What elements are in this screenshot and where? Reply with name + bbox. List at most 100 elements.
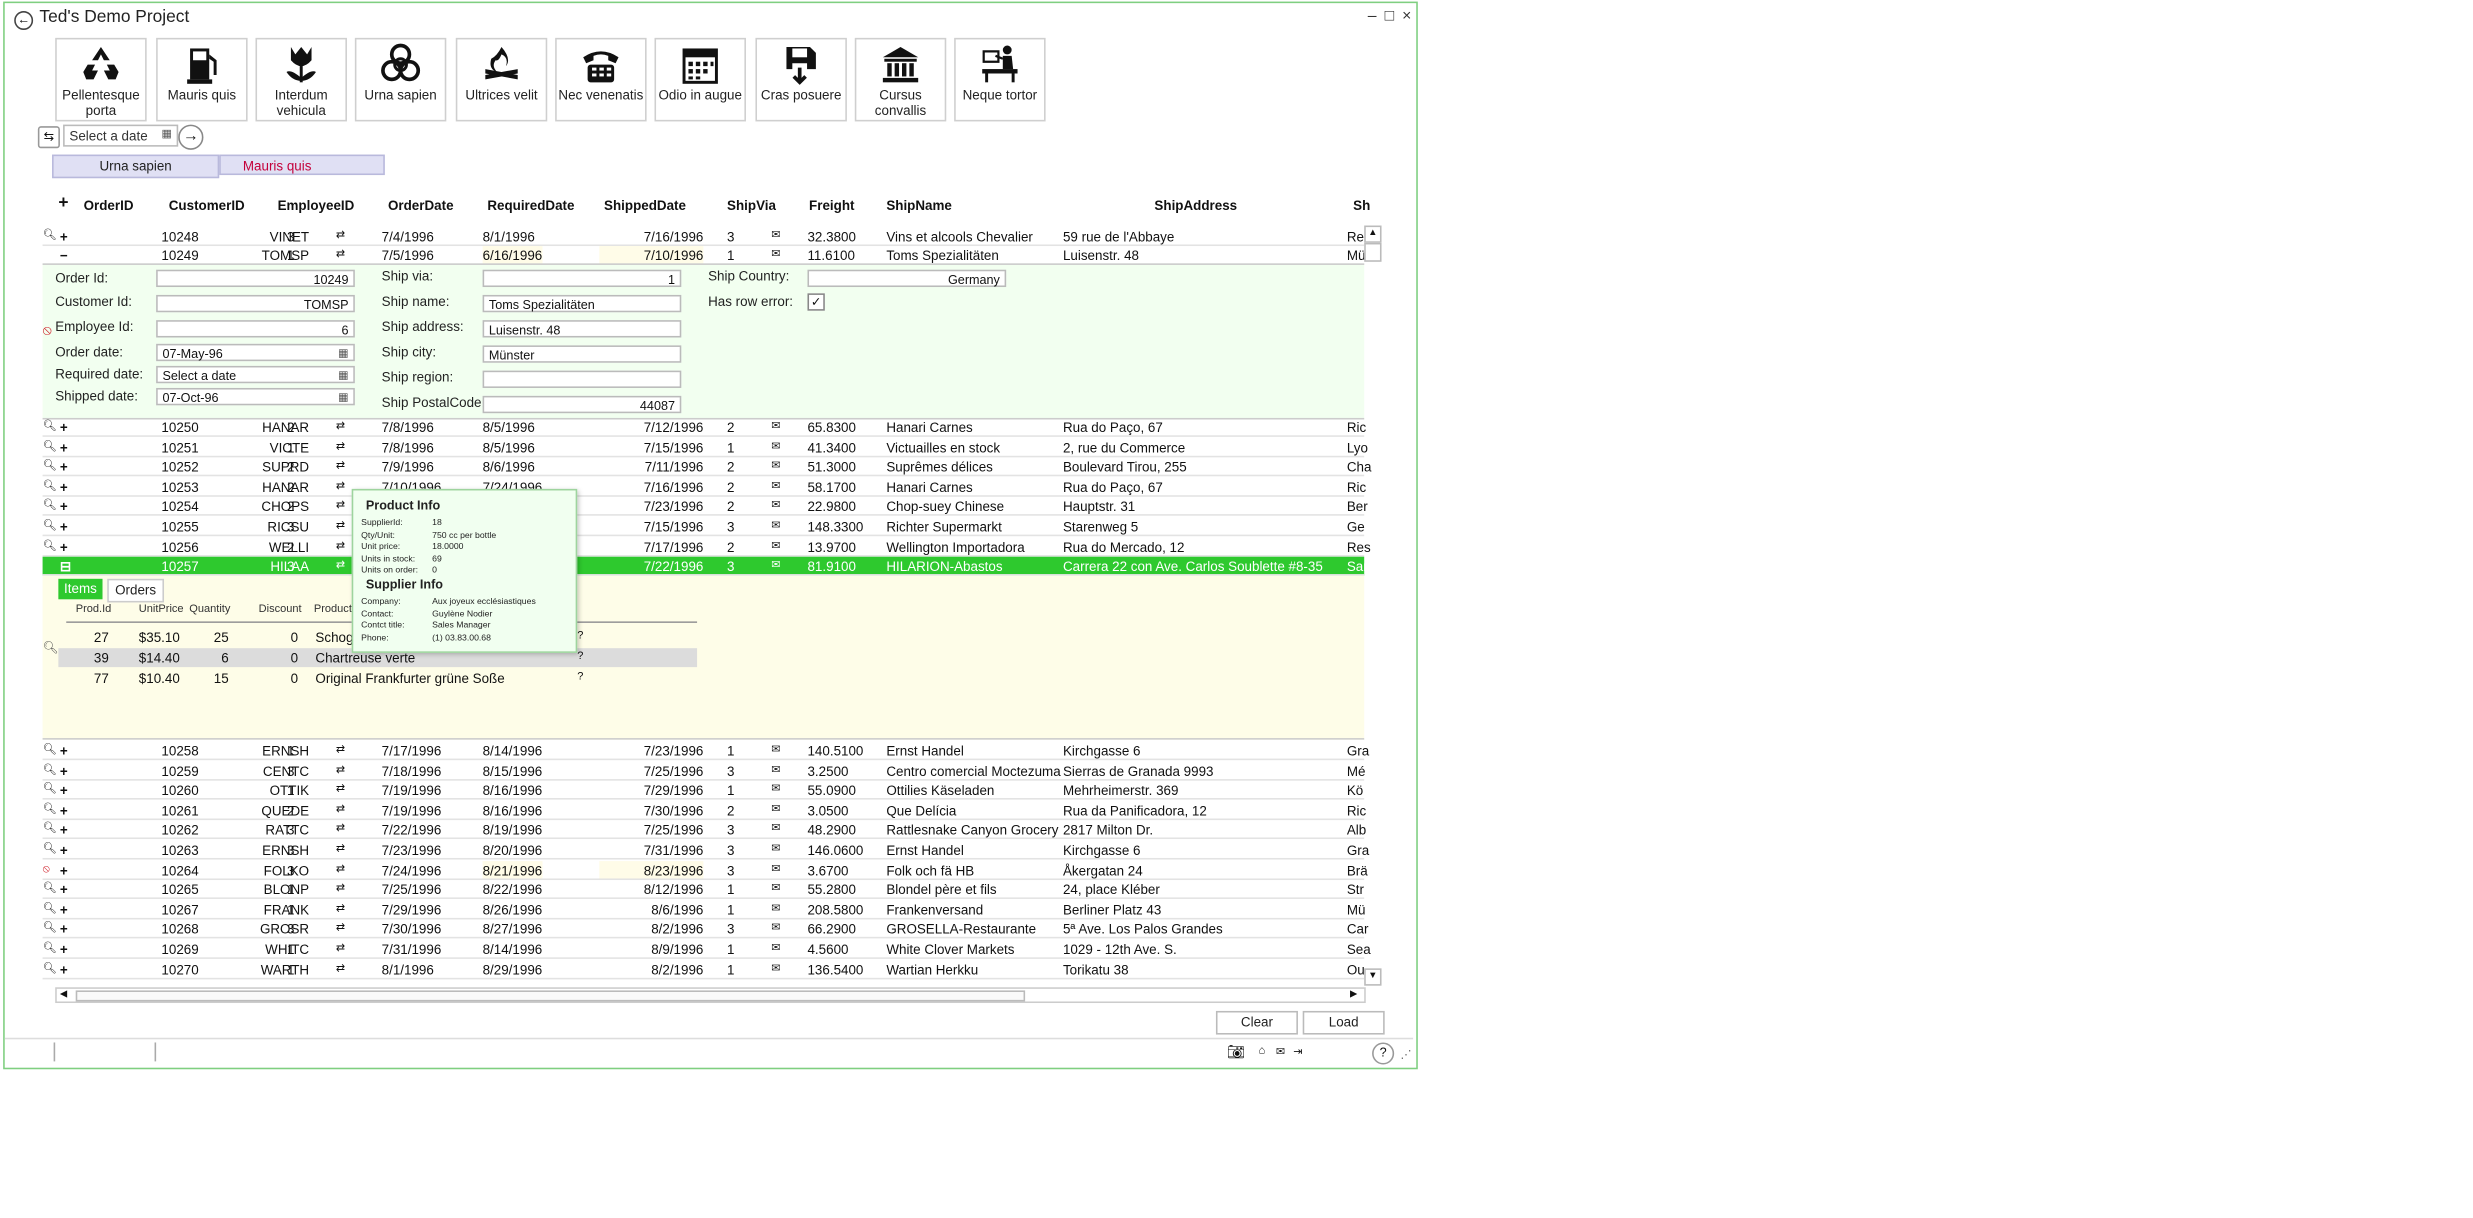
expand-icon[interactable]: +: [60, 438, 68, 457]
swap-icon[interactable]: ⇄: [336, 900, 345, 919]
table-row[interactable]: 🔍︎+10254CHOPS2⇄7/11/19968/8/19967/23/199…: [42, 497, 1368, 517]
mail-icon[interactable]: ✉: [771, 557, 780, 576]
table-row[interactable]: 🔍︎ +10270 WARTH 1 ⇄ 8/1/1996 8/29/1996 8/2/1996…: [42, 960, 1365, 979]
cell-lookup[interactable]: ?: [577, 648, 583, 667]
calendar-icon[interactable]: ▦: [338, 367, 348, 384]
ship-address-field[interactable]: Luisenstr. 48: [482, 320, 682, 338]
has-row-error-checkbox[interactable]: ✓: [807, 293, 825, 311]
magnifier-icon[interactable]: 🔍︎: [43, 478, 57, 497]
mail-icon[interactable]: ✉: [771, 478, 780, 497]
table-row[interactable]: 🔍︎ +10259 CENTC 3 ⇄ 7/18/1996 8/15/1996 7/25/19…: [42, 761, 1365, 781]
table-row[interactable]: ⦸ +10264 FOLKO 3 ⇄ 7/24/1996 8/21/1996 8/23/199…: [42, 860, 1368, 880]
mail-icon[interactable]: ✉: [771, 517, 780, 536]
go-arrow-button[interactable]: →: [178, 124, 204, 150]
swap-icon[interactable]: ⇄: [336, 920, 345, 939]
swap-icon[interactable]: ⇄: [336, 557, 345, 576]
magnifier-icon[interactable]: 🔍︎: [43, 821, 57, 840]
toolbar-button-2[interactable]: Mauris quis: [156, 37, 248, 122]
collapse-icon[interactable]: ⊟: [60, 557, 71, 576]
expand-icon[interactable]: +: [60, 920, 68, 939]
table-row[interactable]: 🔍︎ +10261 QUEDE 2 ⇄ 7/19/1996 8/16/1996 7/30/19…: [42, 801, 1366, 820]
expand-icon[interactable]: +: [60, 478, 68, 497]
ship-name-field[interactable]: Toms Spezialitäten: [482, 294, 682, 313]
magnifier-icon[interactable]: 🔍︎: [43, 418, 57, 437]
expand-icon[interactable]: +: [60, 880, 68, 899]
error-icon[interactable]: ⦸: [43, 860, 50, 879]
table-row[interactable]: 🔍︎ +10265 BLONP 1 ⇄ 7/25/1996 8/22/1996 8/12/19…: [42, 880, 1365, 900]
mail-icon[interactable]: ✉: [771, 438, 780, 457]
swap-icon[interactable]: ⇄: [336, 418, 345, 437]
magnifier-icon[interactable]: 🔍︎: [43, 517, 57, 536]
table-row[interactable]: −10249 TOMSP 1 ⇄ 7/5/1996 6/16/1996 7/10/1996 1…: [42, 246, 1365, 265]
table-row[interactable]: 🔍︎ +10267 FRANK 1 ⇄ 7/29/1996 8/26/1996 8/6/199…: [42, 900, 1365, 920]
table-row[interactable]: 🔍︎+10255RICSU3⇄7/12/19968/9/19967/15/199…: [42, 517, 1365, 537]
swap-icon[interactable]: ⇄: [336, 497, 345, 516]
swap-icon[interactable]: ⇄: [336, 821, 345, 840]
toolbar-button-1[interactable]: Pellentesque porta: [55, 37, 147, 122]
mail-icon[interactable]: ✉: [771, 781, 780, 800]
toolbar-button-3[interactable]: Interdum vehicula: [255, 37, 347, 122]
swap-icon[interactable]: ⇄: [336, 960, 345, 979]
expand-icon[interactable]: +: [60, 458, 68, 477]
expand-icon[interactable]: +: [60, 741, 68, 760]
swap-icon[interactable]: ⇄: [336, 458, 345, 477]
scroll-down-icon[interactable]: ▼: [1364, 968, 1382, 986]
ship-country-field[interactable]: Germany: [807, 269, 1007, 288]
mail-icon[interactable]: ✉: [771, 801, 780, 820]
ship-postal-field[interactable]: 44087: [482, 395, 682, 414]
expand-icon[interactable]: +: [60, 497, 68, 516]
ship-city-field[interactable]: Münster: [482, 345, 682, 363]
expand-icon[interactable]: +: [60, 418, 68, 437]
mail-icon[interactable]: ✉: [771, 761, 780, 780]
column-header[interactable]: OrderDate: [388, 197, 454, 213]
mail-icon[interactable]: ✉: [771, 497, 780, 516]
mail-icon[interactable]: ✉: [771, 940, 780, 959]
table-row[interactable]: 🔍︎ +10248 VINET 3 ⇄ 7/4/1996 8/1/1996 7/16/1996…: [42, 227, 1367, 247]
scroll-thumb[interactable]: [75, 990, 1026, 1002]
table-row[interactable]: 🔍︎ +10251 VICTE 1 ⇄ 7/8/1996 8/5/1996 7/15/1996…: [42, 438, 1368, 457]
swap-icon[interactable]: ⇄: [336, 438, 345, 457]
scroll-right-icon[interactable]: ▶: [1350, 989, 1357, 999]
column-header[interactable]: Freight: [809, 197, 854, 213]
swap-icon[interactable]: ⇄: [336, 761, 345, 780]
clear-button[interactable]: Clear: [1215, 1010, 1298, 1035]
cell-lookup[interactable]: ?: [577, 628, 583, 647]
column-header[interactable]: Sh: [1353, 197, 1370, 213]
tab-items[interactable]: Items: [58, 578, 103, 600]
swap-icon[interactable]: ⇄: [336, 246, 345, 265]
order-date-field[interactable]: 07-May-96 ▦: [156, 343, 355, 362]
ship-via-field[interactable]: 1: [482, 269, 682, 288]
swap-icon[interactable]: ⇄: [336, 841, 345, 860]
camera-icon[interactable]: 📷︎: [1227, 1044, 1245, 1061]
horizontal-scrollbar[interactable]: ◀ ▶: [55, 987, 1366, 1004]
expand-icon[interactable]: +: [60, 227, 68, 246]
calendar-icon[interactable]: ▦: [338, 345, 348, 362]
column-header[interactable]: RequiredDate: [487, 197, 574, 213]
magnifier-icon[interactable]: 🔍︎: [43, 741, 57, 760]
toolbar-button-5[interactable]: Ultrices velit: [455, 37, 548, 122]
expand-icon[interactable]: +: [60, 537, 68, 556]
help-button[interactable]: ?: [1372, 1042, 1395, 1065]
mail-icon[interactable]: ✉: [771, 246, 780, 265]
mail-icon[interactable]: ✉: [771, 900, 780, 919]
magnifier-icon[interactable]: 🔍︎: [43, 761, 57, 780]
table-row[interactable]: 🔍︎ +10269 WHITC 1 ⇄ 7/31/1996 8/14/1996 8/9/199…: [42, 940, 1371, 959]
collapse-icon[interactable]: −: [60, 246, 68, 265]
tab-mauris-quis[interactable]: Mauris quis: [219, 154, 385, 176]
expand-icon[interactable]: +: [60, 900, 68, 919]
expand-icon[interactable]: +: [60, 860, 68, 879]
expand-icon[interactable]: +: [60, 801, 68, 820]
magnifier-icon[interactable]: 🔍︎: [43, 960, 57, 979]
expand-icon[interactable]: +: [60, 841, 68, 860]
table-row[interactable]: 🔍︎ +10262 RATTC 3 ⇄ 7/22/1996 8/19/1996 7/25/19…: [42, 821, 1366, 840]
toolbar-button-4[interactable]: Urna sapien: [354, 37, 447, 122]
vertical-scrollbar[interactable]: ▲ ▼: [1364, 225, 1382, 986]
employee-id-field[interactable]: 6: [156, 320, 355, 338]
swap-icon[interactable]: ⇄: [336, 781, 345, 800]
expand-icon[interactable]: +: [60, 517, 68, 536]
toolbar-button-7[interactable]: Odio in augue: [654, 37, 746, 122]
column-header[interactable]: CustomerID: [169, 197, 245, 213]
expand-icon[interactable]: +: [60, 940, 68, 959]
magnifier-icon[interactable]: 🔍︎: [43, 900, 57, 919]
swap-icon[interactable]: ⇄: [336, 517, 345, 536]
